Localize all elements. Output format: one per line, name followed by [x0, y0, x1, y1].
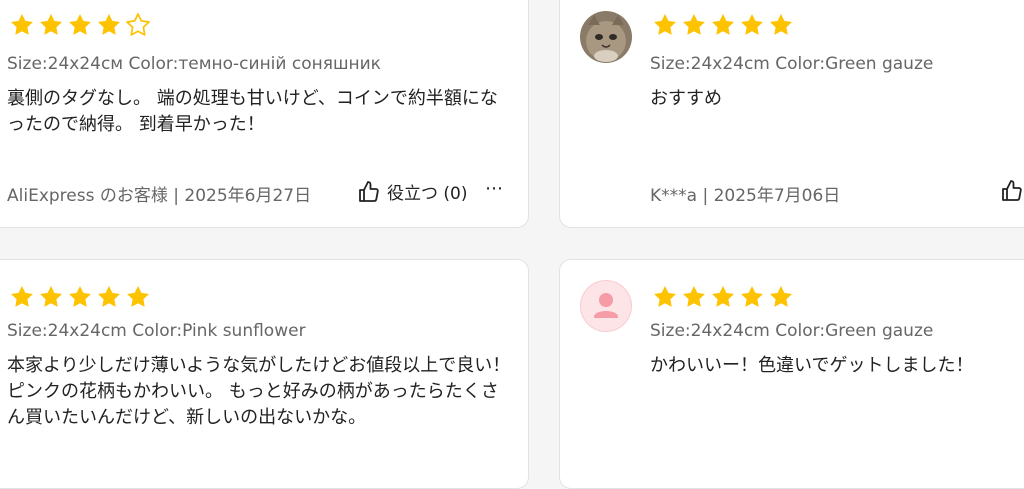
thumbs-up-icon — [1002, 180, 1022, 201]
avatar — [580, 280, 632, 332]
star-filled-icon — [654, 13, 676, 35]
review-text: 本家より少しだけ薄いような気がしたけどお値段以上で良い！ ピンクの花柄もかわいい… — [7, 355, 511, 428]
star-filled-icon — [712, 13, 734, 35]
star-rating — [652, 12, 794, 38]
star-filled-icon — [654, 285, 676, 307]
star-filled-icon — [69, 13, 91, 35]
user-avatar-icon — [594, 293, 618, 318]
review-text: 裏側のタグなし。 端の処理も甘いけど、コインで約半額になったので納得。 到着早か… — [7, 88, 498, 135]
review-sku-info: Size:24x24cm Color:Green gauze — [650, 54, 934, 74]
star-filled-icon — [98, 285, 120, 307]
star-filled-icon — [741, 285, 763, 307]
star-filled-icon — [683, 285, 705, 307]
star-filled-icon — [770, 13, 792, 35]
star-rating — [9, 284, 151, 310]
avatar — [580, 11, 632, 63]
review-card: Size:24x24cm Color:Green gauze おすすめ K***… — [559, 0, 1024, 228]
review-card: Size:24x24cm Color:Pink sunflower 本家より少し… — [0, 259, 529, 489]
star-empty-icon — [126, 13, 150, 36]
review-card: Size:24x24cm Color:Green gauze かわいいー！色違い… — [559, 259, 1024, 489]
star-filled-icon — [40, 13, 62, 35]
star-filled-icon — [127, 285, 149, 307]
star-filled-icon — [712, 285, 734, 307]
review-text: かわいいー！色違いでゲットしました！ — [650, 355, 974, 376]
star-filled-icon — [40, 285, 62, 307]
star-filled-icon — [69, 285, 91, 307]
star-filled-icon — [741, 13, 763, 35]
star-filled-icon — [11, 13, 33, 35]
thumbs-up-icon — [359, 180, 379, 202]
star-filled-icon — [770, 285, 792, 307]
cat-avatar-icon — [580, 11, 632, 63]
star-filled-icon — [98, 13, 120, 35]
review-sku-info: Size:24x24cm Color:Pink sunflower — [7, 321, 306, 341]
review-author-date: K***a | 2025年7月06日 — [650, 186, 841, 206]
star-rating — [9, 12, 151, 38]
more-options-button[interactable]: ⋯ — [485, 178, 504, 199]
star-filled-icon — [683, 13, 705, 35]
review-card: Size:24x24см Color:темно-синій соняшник … — [0, 0, 529, 228]
helpful-button[interactable] — [1000, 179, 1024, 203]
review-author-date: AliExpress のお客様 | 2025年6月27日 — [7, 186, 312, 206]
star-rating — [652, 284, 794, 310]
review-sku-info: Size:24x24cm Color:Green gauze — [650, 321, 934, 341]
review-text: おすすめ — [650, 88, 722, 109]
helpful-button[interactable]: 役立つ (0) — [357, 179, 467, 204]
helpful-label: 役立つ (0) — [387, 184, 468, 204]
review-sku-info: Size:24x24см Color:темно-синій соняшник — [7, 54, 381, 74]
star-filled-icon — [11, 285, 33, 307]
